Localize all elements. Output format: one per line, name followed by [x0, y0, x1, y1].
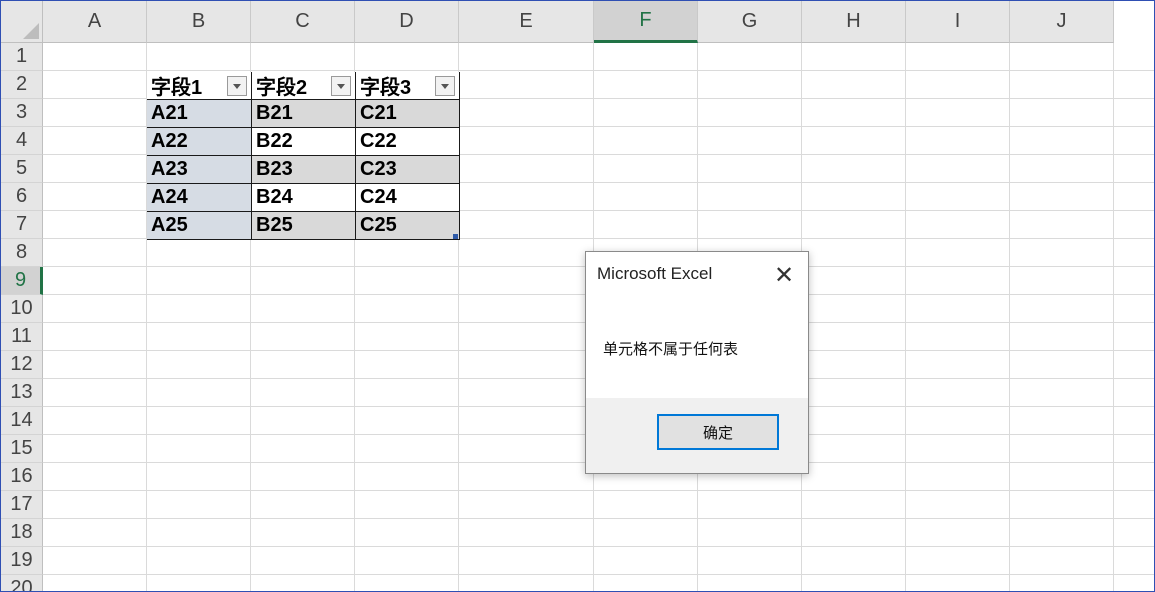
row-header[interactable]: 20 — [1, 575, 43, 591]
row-header[interactable]: 2 — [1, 71, 43, 99]
row-gridline — [43, 546, 1154, 547]
table-header-cell[interactable]: 字段1 — [147, 72, 252, 100]
select-all-triangle-icon — [23, 23, 39, 39]
close-icon[interactable]: ✕ — [770, 261, 798, 289]
table-cell[interactable]: A21 — [147, 100, 252, 128]
dialog-message: 单元格不属于任何表 — [603, 340, 739, 358]
select-all-corner[interactable] — [1, 1, 43, 43]
table-cell[interactable]: B23 — [252, 156, 356, 184]
row-header[interactable]: 3 — [1, 99, 43, 127]
row-header[interactable]: 10 — [1, 295, 43, 323]
row-header[interactable]: 11 — [1, 323, 43, 351]
table-cell[interactable]: A24 — [147, 184, 252, 212]
column-header[interactable]: G — [698, 1, 802, 43]
table-cell[interactable]: B21 — [252, 100, 356, 128]
table-cell[interactable]: C22 — [356, 128, 460, 156]
row-header[interactable]: 6 — [1, 183, 43, 211]
table-cell[interactable]: A23 — [147, 156, 252, 184]
column-header[interactable]: J — [1010, 1, 1114, 43]
table-cell[interactable]: B24 — [252, 184, 356, 212]
table-header-label: 字段2 — [256, 77, 308, 99]
row-gridline — [43, 518, 1154, 519]
filter-dropdown-icon[interactable] — [435, 76, 455, 96]
message-dialog: Microsoft Excel ✕ 单元格不属于任何表 确定 — [585, 251, 809, 474]
row-header[interactable]: 14 — [1, 407, 43, 435]
row-header[interactable]: 12 — [1, 351, 43, 379]
row-header[interactable]: 17 — [1, 491, 43, 519]
row-gridline — [43, 490, 1154, 491]
column-header[interactable]: H — [802, 1, 906, 43]
column-header[interactable]: A — [43, 1, 147, 43]
ok-button[interactable]: 确定 — [657, 414, 779, 450]
row-header[interactable]: 15 — [1, 435, 43, 463]
filter-dropdown-icon[interactable] — [227, 76, 247, 96]
table-cell[interactable]: A25 — [147, 212, 252, 240]
row-header[interactable]: 19 — [1, 547, 43, 575]
table-cell[interactable]: C23 — [356, 156, 460, 184]
row-gridline — [43, 70, 1154, 71]
row-header[interactable]: 4 — [1, 127, 43, 155]
column-header[interactable]: I — [906, 1, 1010, 43]
table-cell[interactable]: B25 — [252, 212, 356, 240]
row-header[interactable]: 8 — [1, 239, 43, 267]
table-cell[interactable]: B22 — [252, 128, 356, 156]
table-header-label: 字段1 — [151, 77, 203, 99]
dialog-title: Microsoft Excel — [597, 264, 713, 283]
row-header[interactable]: 13 — [1, 379, 43, 407]
filter-dropdown-icon[interactable] — [331, 76, 351, 96]
row-header[interactable]: 9 — [1, 267, 43, 295]
table-header-cell[interactable]: 字段2 — [252, 72, 356, 100]
table-resize-handle-icon[interactable] — [453, 234, 458, 239]
column-header[interactable]: E — [459, 1, 594, 43]
row-header[interactable]: 16 — [1, 463, 43, 491]
row-gridline — [43, 574, 1154, 575]
row-header[interactable]: 5 — [1, 155, 43, 183]
excel-window: A B C D E F G H I J 1 2 3 4 5 6 7 8 9 10 11 12 13 14 15 16 17 18 19 2… — [0, 0, 1155, 592]
column-header[interactable]: D — [355, 1, 459, 43]
table-cell[interactable]: C21 — [356, 100, 460, 128]
table-cell[interactable]: C24 — [356, 184, 460, 212]
dialog-footer: 确定 — [586, 398, 808, 473]
column-header[interactable]: B — [147, 1, 251, 43]
row-header[interactable]: 1 — [1, 43, 43, 71]
row-header[interactable]: 7 — [1, 211, 43, 239]
column-header[interactable]: F — [594, 1, 698, 43]
table-cell[interactable]: C25 — [356, 212, 460, 240]
table-cell[interactable]: A22 — [147, 128, 252, 156]
table-header-cell[interactable]: 字段3 — [356, 72, 460, 100]
row-header[interactable]: 18 — [1, 519, 43, 547]
table-header-label: 字段3 — [360, 77, 412, 99]
column-header[interactable]: C — [251, 1, 355, 43]
